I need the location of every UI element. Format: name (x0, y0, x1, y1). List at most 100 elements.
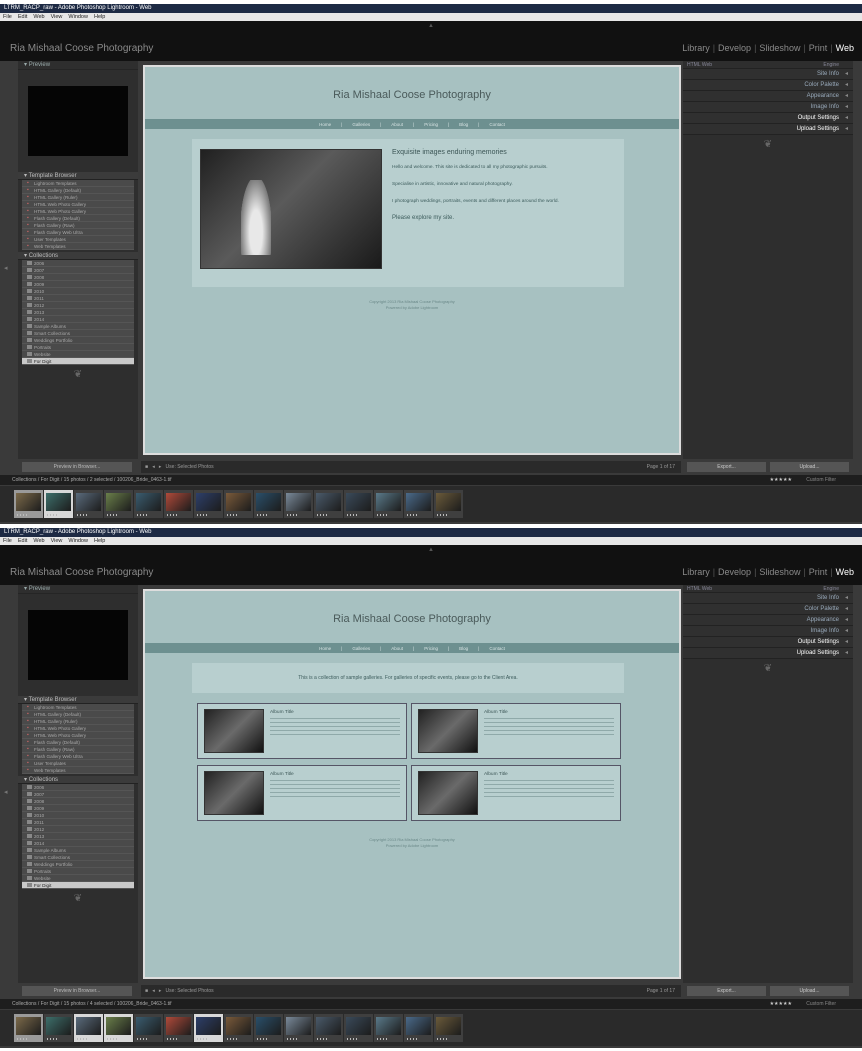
template-item[interactable]: ▪ HTML Gallery (Ruler) (22, 194, 134, 201)
filter-dropdown[interactable]: Custom Filter (806, 999, 836, 1009)
collection-item[interactable]: 2008 (22, 798, 134, 805)
template-item[interactable]: ▪ Flash Gallery (Raw) (22, 222, 134, 229)
panel-output-settings[interactable]: Output Settings ◂ (683, 637, 853, 648)
collection-item[interactable]: 2014 (22, 840, 134, 847)
filmstrip-thumbnail[interactable] (74, 1014, 103, 1042)
template-item[interactable]: ▪ Flash Gallery Web Ultra (22, 229, 134, 236)
filmstrip-thumbnail[interactable] (344, 490, 373, 518)
panel-appearance[interactable]: Appearance ◂ (683, 615, 853, 626)
template-item[interactable]: ▪ HTML Web Photo Gallery (22, 201, 134, 208)
template-item[interactable]: ▪ Lightroom Templates (22, 704, 134, 711)
collection-item[interactable]: Smart Collections (22, 854, 134, 861)
preview-in-browser-button[interactable]: Preview in Browser... (22, 462, 132, 472)
template-browser-header[interactable]: ▾ Template Browser (18, 172, 138, 180)
template-item[interactable]: ▪ User Templates (22, 236, 134, 243)
collection-item[interactable]: Smart Collections (22, 330, 134, 337)
export-button[interactable]: Export... (687, 462, 766, 472)
nav-about[interactable]: About (391, 122, 403, 127)
nav-blog[interactable]: Blog (459, 646, 468, 651)
template-item[interactable]: ▪ Web Templates (22, 243, 134, 250)
template-item[interactable]: ▪ Flash Gallery (Default) (22, 739, 134, 746)
collection-item[interactable]: Sample Albums (22, 323, 134, 330)
menu-file[interactable]: File (3, 537, 12, 545)
collection-item[interactable]: 2014 (22, 316, 134, 323)
filmstrip-thumbnail[interactable] (284, 1014, 313, 1042)
template-item[interactable]: ▪ HTML Gallery (Ruler) (22, 718, 134, 725)
filmstrip-thumbnail[interactable] (164, 1014, 193, 1042)
collection-item-selected[interactable]: For Digit (22, 882, 134, 889)
panel-image-info[interactable]: Image Info ◂ (683, 626, 853, 637)
gallery-card[interactable]: Album Title (411, 765, 621, 821)
collapse-top-icon[interactable]: ▲ (428, 547, 434, 553)
nav-blog[interactable]: Blog (459, 122, 468, 127)
panel-output-settings[interactable]: Output Settings ◂ (683, 113, 853, 124)
collection-item[interactable]: 2011 (22, 295, 134, 302)
collection-item[interactable]: Portraits (22, 344, 134, 351)
template-item[interactable]: ▪ HTML Web Photo Gallery (22, 725, 134, 732)
preview-in-browser-button[interactable]: Preview in Browser... (22, 986, 132, 996)
rating-filter-icon[interactable]: ★★★★★ (770, 475, 792, 485)
menu-view[interactable]: View (51, 537, 63, 545)
collection-item[interactable]: 2013 (22, 309, 134, 316)
collection-item-selected[interactable]: For Digit (22, 358, 134, 365)
left-panel-toggle-icon[interactable]: ◂ (4, 788, 8, 796)
nav-home[interactable]: Home (319, 646, 331, 651)
template-item[interactable]: ▪ Flash Gallery (Raw) (22, 746, 134, 753)
gallery-thumbnail[interactable] (204, 709, 264, 753)
filmstrip-thumbnail[interactable] (104, 1014, 133, 1042)
panel-image-info[interactable]: Image Info ◂ (683, 102, 853, 113)
engine-row[interactable]: HTML Web Engine (683, 61, 853, 69)
menu-edit[interactable]: Edit (18, 13, 27, 21)
template-item[interactable]: ▪ Lightroom Templates (22, 180, 134, 187)
filmstrip-thumbnail[interactable] (44, 490, 73, 518)
module-library[interactable]: Library (682, 567, 710, 577)
template-browser-header[interactable]: ▾ Template Browser (18, 696, 138, 704)
preview-header[interactable]: ▾ Preview (18, 585, 138, 594)
module-web[interactable]: Web (836, 567, 854, 577)
template-item[interactable]: ▪ HTML Gallery (Default) (22, 711, 134, 718)
module-print[interactable]: Print (809, 43, 828, 53)
engine-row[interactable]: HTML Web Engine (683, 585, 853, 593)
filmstrip-thumbnail[interactable] (194, 1014, 223, 1042)
upload-button[interactable]: Upload... (770, 986, 849, 996)
module-develop[interactable]: Develop (718, 567, 751, 577)
nav-about[interactable]: About (391, 646, 403, 651)
collection-item[interactable]: Sample Albums (22, 847, 134, 854)
module-slideshow[interactable]: Slideshow (759, 567, 800, 577)
template-item[interactable]: ▪ Web Templates (22, 767, 134, 774)
panel-site-info[interactable]: Site Info ◂ (683, 593, 853, 604)
filmstrip-path[interactable]: Collections / For Digit / 15 photos / 2 … (12, 477, 172, 483)
collection-item[interactable]: 2012 (22, 302, 134, 309)
gallery-card[interactable]: Album Title (197, 765, 407, 821)
template-item[interactable]: ▪ Flash Gallery Web Ultra (22, 753, 134, 760)
filmstrip-thumbnail[interactable] (224, 1014, 253, 1042)
collections-header[interactable]: ▾ Collections (18, 252, 138, 260)
filmstrip-thumbnail[interactable] (374, 1014, 403, 1042)
menu-window[interactable]: Window (68, 537, 88, 545)
menu-edit[interactable]: Edit (18, 537, 27, 545)
collection-item[interactable]: 2010 (22, 812, 134, 819)
menu-help[interactable]: Help (94, 537, 105, 545)
module-library[interactable]: Library (682, 43, 710, 53)
collection-item[interactable]: 2008 (22, 274, 134, 281)
module-slideshow[interactable]: Slideshow (759, 43, 800, 53)
toolbar-use[interactable]: ■ ◂ ▸ Use: Selected Photos (145, 461, 214, 473)
menu-window[interactable]: Window (68, 13, 88, 21)
collapse-top-icon[interactable]: ▲ (428, 23, 434, 29)
collection-item[interactable]: 2009 (22, 805, 134, 812)
module-web[interactable]: Web (836, 43, 854, 53)
collection-item[interactable]: 2013 (22, 833, 134, 840)
template-item[interactable]: ▪ User Templates (22, 760, 134, 767)
collection-item[interactable]: 2010 (22, 288, 134, 295)
filmstrip-path[interactable]: Collections / For Digit / 15 photos / 4 … (12, 1001, 172, 1007)
nav-pricing[interactable]: Pricing (424, 646, 438, 651)
filmstrip-thumbnail[interactable] (314, 490, 343, 518)
gallery-thumbnail[interactable] (418, 771, 478, 815)
filmstrip-thumbnail[interactable] (194, 490, 223, 518)
collections-header[interactable]: ▾ Collections (18, 776, 138, 784)
collection-item[interactable]: 2011 (22, 819, 134, 826)
collection-item[interactable]: 2007 (22, 267, 134, 274)
preview-header[interactable]: ▾ Preview (18, 61, 138, 70)
filmstrip-thumbnail[interactable] (224, 490, 253, 518)
collection-item[interactable]: 2012 (22, 826, 134, 833)
